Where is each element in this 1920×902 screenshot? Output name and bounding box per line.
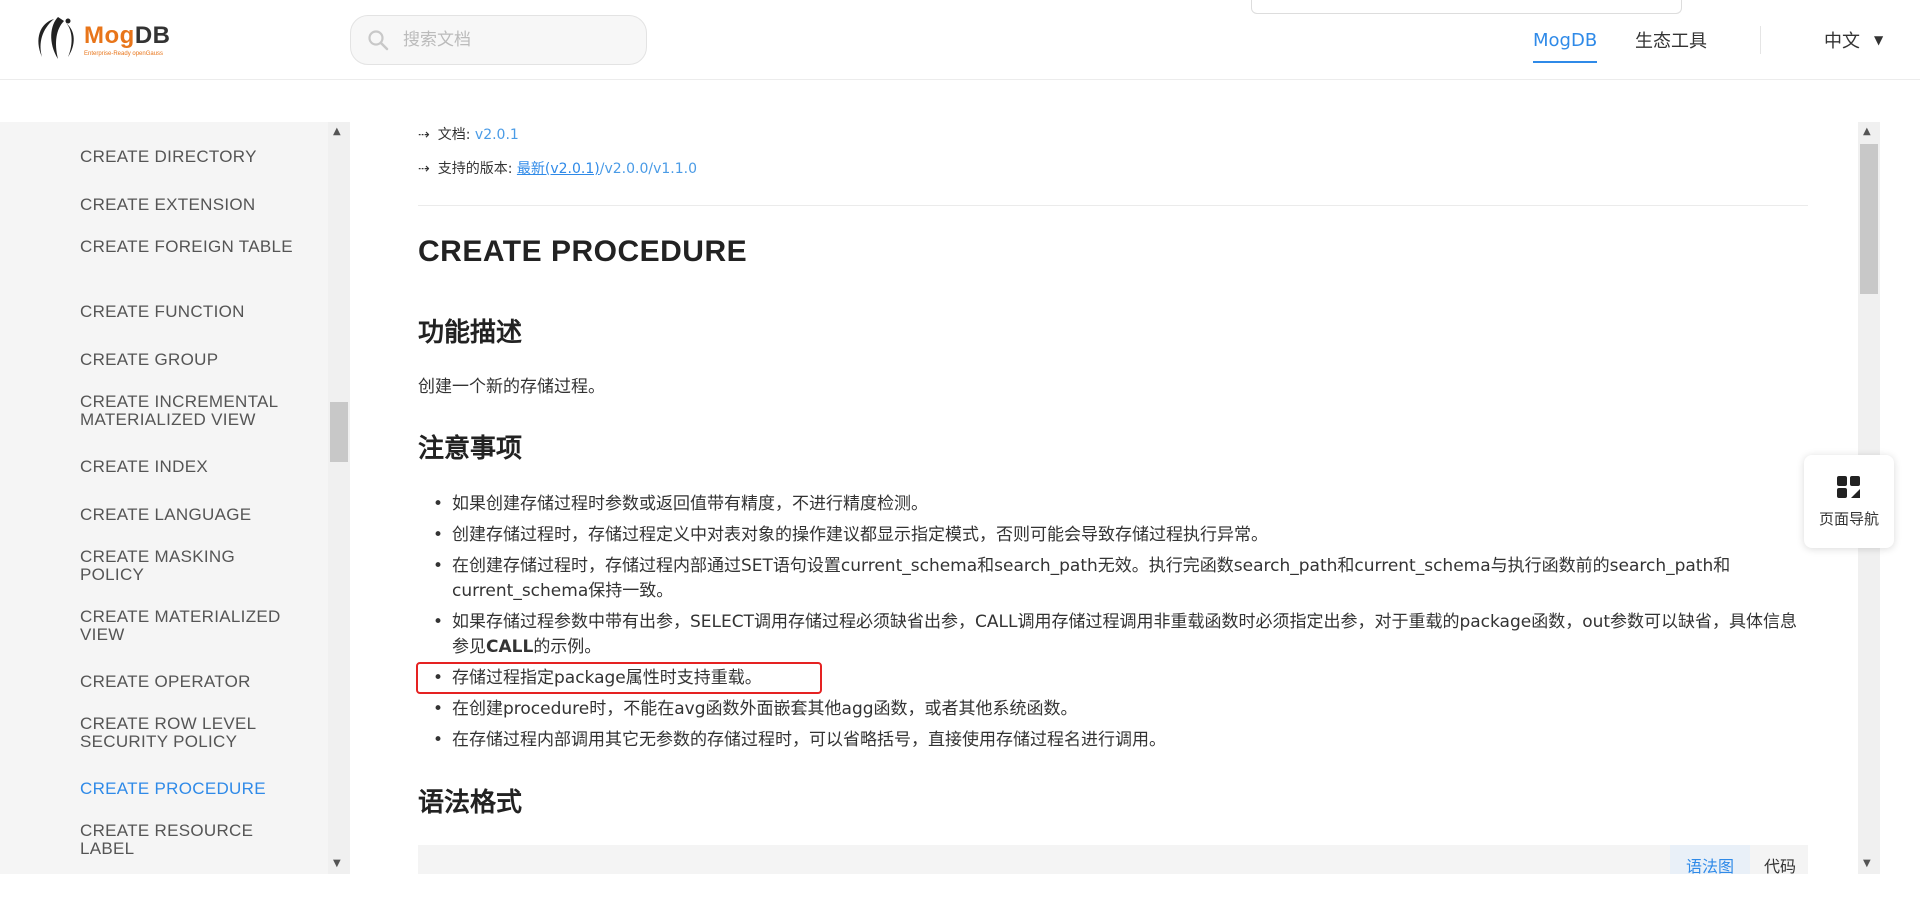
scroll-down-icon[interactable]: ▼ xyxy=(333,858,341,869)
list-item: 如果存储过程参数中带有出参，SELECT调用存储过程必须缺省出参，CALL调用存… xyxy=(418,610,1808,660)
search-input[interactable] xyxy=(403,30,623,50)
doc-version: v2.0.1 xyxy=(474,127,519,143)
page-nav-label: 页面导航 xyxy=(1818,510,1879,528)
scroll-up-icon[interactable]: ▲ xyxy=(1863,126,1871,137)
sidebar-item-create-masking-policy[interactable]: CREATE MASKING POLICY xyxy=(80,548,300,584)
code-block-header: 语法图 代码 xyxy=(418,845,1808,874)
dotted-arrow-icon: ⇢ xyxy=(418,161,430,177)
sidebar-item-create-index[interactable]: CREATE INDEX xyxy=(80,458,300,476)
search-box[interactable] xyxy=(350,15,647,65)
section-heading-syntax: 语法格式 xyxy=(418,788,523,818)
list-item: 在创建存储过程时，存储过程内部通过SET语句设置current_schema和s… xyxy=(418,554,1808,604)
tab-syntax-diagram[interactable]: 语法图 xyxy=(1670,845,1750,874)
sidebar-item-create-extension[interactable]: CREATE EXTENSION xyxy=(80,196,300,214)
list-item: 在创建procedure时，不能在avg函数外面嵌套其他agg函数，或者其他系统… xyxy=(418,697,1808,722)
top-header: MogDB Enterprise-Ready openGauss MogDB 生… xyxy=(0,0,1920,80)
section-description-text: 创建一个新的存储过程。 xyxy=(418,377,605,397)
section-heading-description: 功能描述 xyxy=(418,318,523,348)
page-nav-icon xyxy=(1837,476,1860,498)
list-item: 如果创建存储过程时参数或返回值带有精度，不进行精度检测。 xyxy=(418,492,1808,517)
nav-ecosystem-tools[interactable]: 生态工具 xyxy=(1635,0,1707,80)
mogdb-logo[interactable]: MogDB Enterprise-Ready openGauss xyxy=(28,10,170,68)
search-icon xyxy=(368,30,389,51)
sidebar-item-create-foreign-table[interactable]: CREATE FOREIGN TABLE xyxy=(80,238,300,256)
sidebar-item-create-group[interactable]: CREATE GROUP xyxy=(80,351,300,369)
other-versions[interactable]: /v2.0.0/v1.1.0 xyxy=(600,161,697,177)
latest-version-link[interactable]: 最新(v2.0.1) xyxy=(517,161,600,177)
tab-code[interactable]: 代码 xyxy=(1750,845,1810,874)
sidebar-scrollbar[interactable]: ▲ ▼ xyxy=(328,122,350,874)
doc-version-line: ⇢ 文档: v2.0.1 xyxy=(418,127,519,143)
sidebar-item-create-directory[interactable]: CREATE DIRECTORY xyxy=(80,148,300,166)
sidebar-item-create-procedure[interactable]: CREATE PROCEDURE xyxy=(80,780,300,798)
sidebar-item-create-row-level-security-policy[interactable]: CREATE ROW LEVEL SECURITY POLICY xyxy=(80,715,300,751)
doc-content: ⇢ 文档: v2.0.1 ⇢ 支持的版本: 最新(v2.0.1)/v2.0.0/v1… xyxy=(350,122,1858,874)
notes-list: 如果创建存储过程时参数或返回值带有精度，不进行精度检测。 创建存储过程时，存储过… xyxy=(418,492,1808,759)
sidebar: CREATE DIRECTORY CREATE EXTENSION CREATE… xyxy=(0,122,328,874)
logo-mark-icon xyxy=(38,17,74,59)
language-label: 中文 xyxy=(1824,31,1860,52)
scroll-up-icon[interactable]: ▲ xyxy=(333,126,341,137)
sidebar-item-create-language[interactable]: CREATE LANGUAGE xyxy=(80,506,300,524)
page-title: CREATE PROCEDURE xyxy=(418,235,748,268)
content-scroll-thumb[interactable] xyxy=(1860,144,1878,294)
nav-mogdb[interactable]: MogDB xyxy=(1533,0,1598,80)
top-dropdown-edge xyxy=(1251,0,1682,14)
call-keyword: CALL xyxy=(486,637,534,657)
highlight-annotation-box xyxy=(416,662,822,694)
sidebar-item-create-incremental-materialized-view[interactable]: CREATE INCREMENTAL MATERIALIZED VIEW xyxy=(80,393,300,429)
logo-wordmark: MogDB xyxy=(84,21,171,49)
scroll-down-icon[interactable]: ▼ xyxy=(1863,858,1871,869)
supported-versions-line: ⇢ 支持的版本: 最新(v2.0.1)/v2.0.0/v1.1.0 xyxy=(418,161,697,177)
sidebar-item-create-materialized-view[interactable]: CREATE MATERIALIZED VIEW xyxy=(80,608,300,644)
dotted-arrow-icon: ⇢ xyxy=(418,127,430,143)
sidebar-item-create-function[interactable]: CREATE FUNCTION xyxy=(80,303,300,321)
sidebar-item-create-operator[interactable]: CREATE OPERATOR xyxy=(80,673,300,691)
caret-down-icon: ▼ xyxy=(1874,33,1884,47)
section-heading-notes: 注意事项 xyxy=(418,434,523,464)
sidebar-item-create-resource-label[interactable]: CREATE RESOURCE LABEL xyxy=(80,822,300,858)
sidebar-scroll-thumb[interactable] xyxy=(330,402,348,462)
list-item: 创建存储过程时，存储过程定义中对表对象的操作建议都显示指定模式，否则可能会导致存… xyxy=(418,523,1808,548)
list-item: 在存储过程内部调用其它无参数的存储过程时，可以省略括号，直接使用存储过程名进行调… xyxy=(418,728,1808,753)
language-selector[interactable]: 中文 ▼ xyxy=(1824,0,1883,80)
logo-tagline: Enterprise-Ready openGauss xyxy=(84,50,164,57)
meta-divider xyxy=(418,205,1808,206)
nav-divider xyxy=(1760,26,1761,54)
page-nav-button[interactable]: 页面导航 xyxy=(1804,455,1894,548)
